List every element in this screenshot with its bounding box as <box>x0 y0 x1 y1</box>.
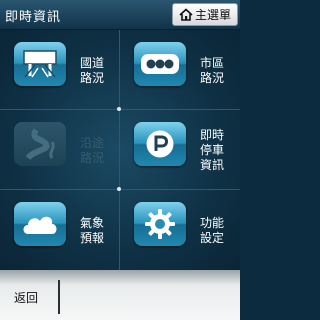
winding-road-icon <box>25 128 55 160</box>
national-road-tile[interactable] <box>14 42 66 86</box>
page-title: 即時資訊 <box>5 10 62 25</box>
home-icon <box>179 8 193 21</box>
menu-item-parking[interactable]: 即時 停車 資訊 <box>120 110 239 189</box>
menu-item-coastal-road[interactable]: 沿途 路況 <box>0 110 119 189</box>
menu-item-weather[interactable]: 氣象 預報 <box>0 190 119 269</box>
menu-label-weather: 氣象 預報 <box>80 216 105 245</box>
menu-label-city-road: 市區 路況 <box>200 56 225 85</box>
parking-icon <box>146 130 174 158</box>
main-menu-label: 主選單 <box>194 8 231 22</box>
menu-label-settings: 功能 設定 <box>200 216 225 245</box>
parking-tile[interactable] <box>134 122 186 166</box>
footer-bar: 返回 <box>0 270 240 320</box>
menu-label-national-road: 國道 路況 <box>80 56 105 85</box>
weather-tile[interactable] <box>14 202 66 246</box>
back-button[interactable]: 返回 <box>14 289 38 306</box>
menu-label-parking: 即時 停車 資訊 <box>200 128 225 172</box>
settings-tile[interactable] <box>134 202 186 246</box>
menu-item-settings[interactable]: 功能 設定 <box>120 190 239 269</box>
title-bar: 即時資訊 主選單 <box>0 0 240 30</box>
menu-label-coastal-road: 沿途 路況 <box>80 136 105 165</box>
coastal-road-tile[interactable] <box>14 122 66 166</box>
cloud-icon <box>23 216 57 234</box>
menu-grid: 國道 路況 市區 路況 沿途 路況 即時 停車 資訊 氣象 預報 功能 設定 <box>0 30 240 270</box>
traffic-light-icon <box>141 54 179 74</box>
highway-sign-icon <box>23 50 57 78</box>
footer-divider <box>58 280 60 314</box>
menu-item-national-road[interactable]: 國道 路況 <box>0 30 119 109</box>
city-road-tile[interactable] <box>134 42 186 86</box>
main-menu-button[interactable]: 主選單 <box>172 3 238 26</box>
menu-item-city-road[interactable]: 市區 路況 <box>120 30 239 109</box>
gear-icon <box>145 209 175 239</box>
